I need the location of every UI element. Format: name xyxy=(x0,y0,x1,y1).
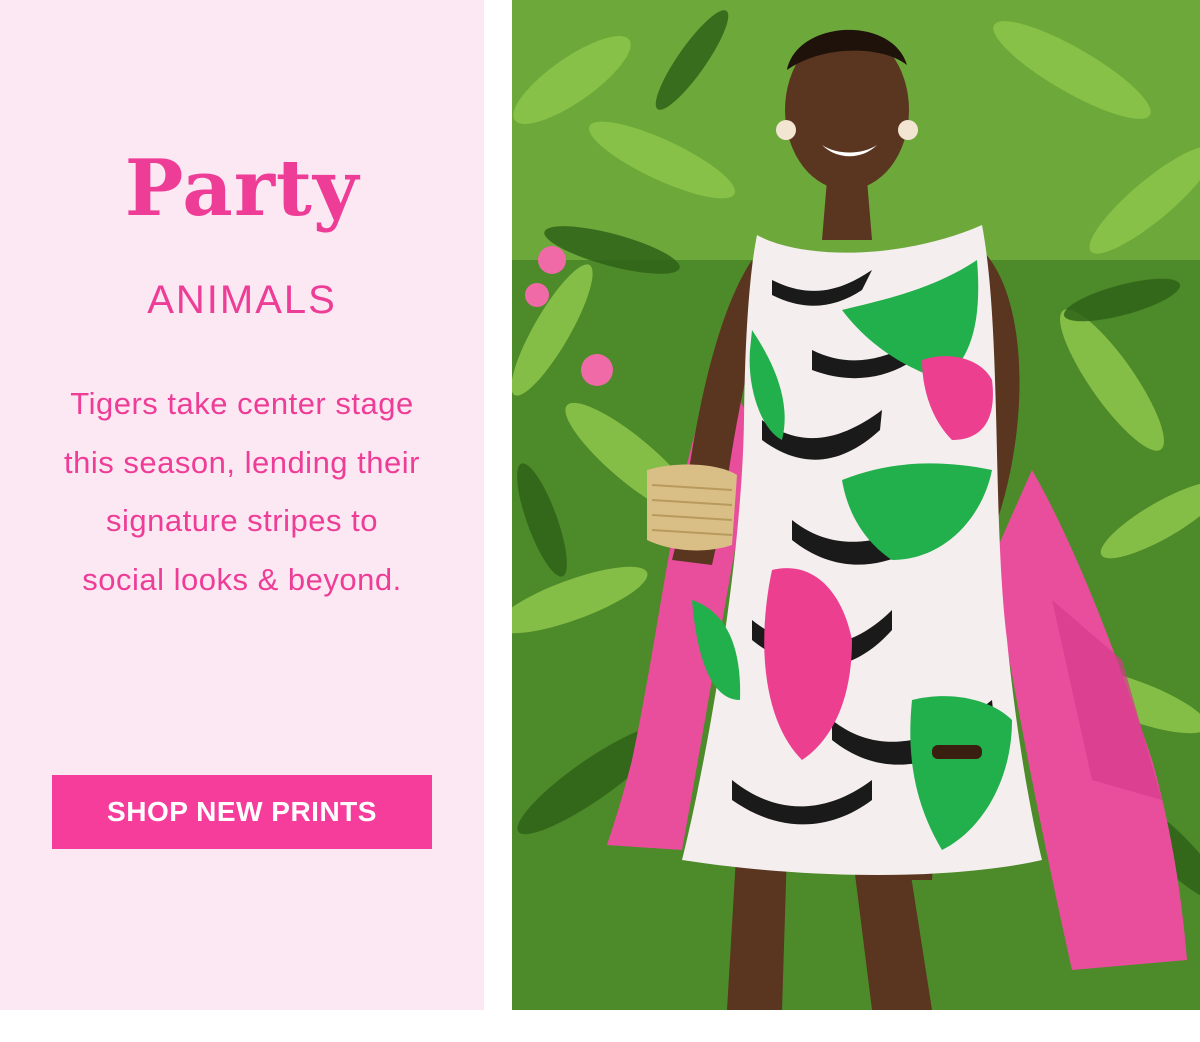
promo-banner: Party ANIMALS Tigers take center stage t… xyxy=(0,0,1200,1042)
fashion-model-photo[interactable] xyxy=(512,0,1200,1010)
promo-subtitle: ANIMALS xyxy=(147,278,337,322)
promo-text-panel: Party ANIMALS Tigers take center stage t… xyxy=(0,0,484,1010)
shop-new-prints-button[interactable]: SHOP NEW PRINTS xyxy=(52,775,432,849)
promo-description: Tigers take center stage this season, le… xyxy=(64,386,420,597)
promo-title: Party xyxy=(124,143,360,234)
